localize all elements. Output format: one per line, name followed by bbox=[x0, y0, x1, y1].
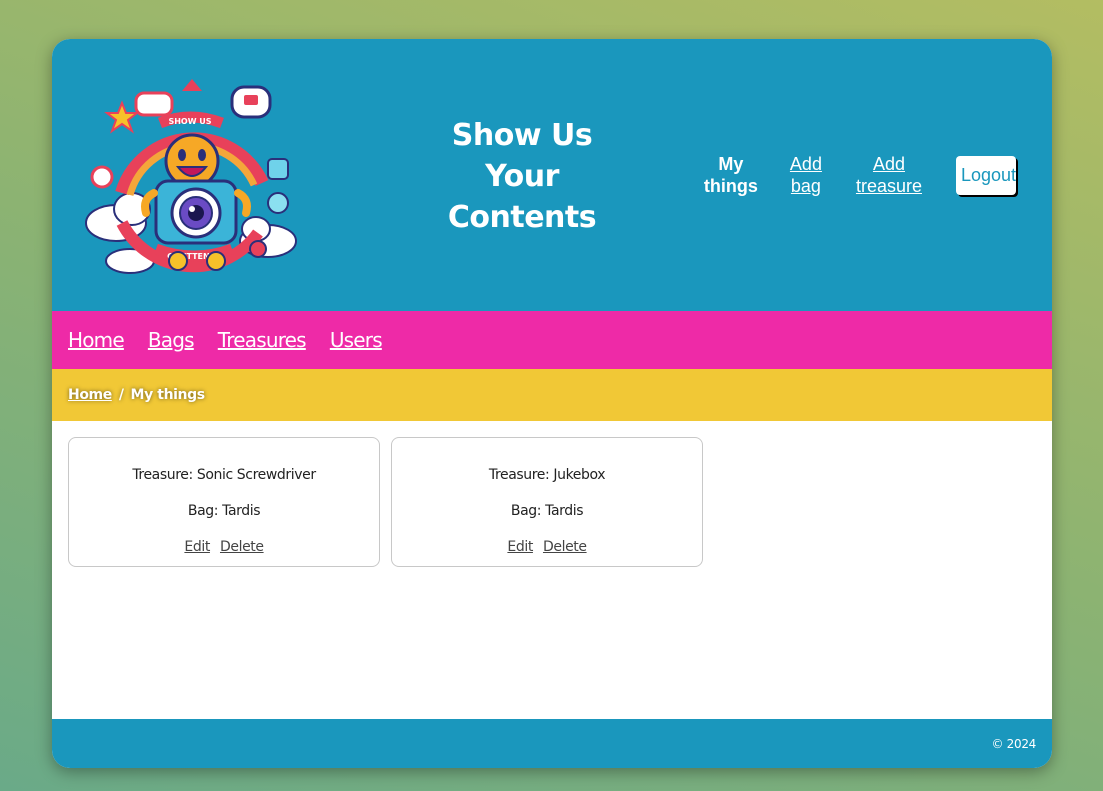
nav-bags-link[interactable]: Bags bbox=[148, 328, 195, 352]
card-actions: Edit Delete bbox=[69, 537, 379, 557]
breadcrumb-current: My things bbox=[130, 387, 206, 403]
delete-link[interactable]: Delete bbox=[543, 539, 587, 555]
site-logo[interactable]: SHOW US CONTTENTS bbox=[82, 73, 298, 287]
add-bag-link[interactable]: Add bag bbox=[790, 153, 822, 197]
add-treasure-link[interactable]: Add treasure bbox=[856, 153, 922, 197]
treasure-card: Treasure: Jukebox Bag: Tardis Edit Delet… bbox=[391, 437, 703, 567]
breadcrumb-home-link[interactable]: Home bbox=[68, 387, 112, 403]
delete-link[interactable]: Delete bbox=[220, 539, 264, 555]
site-title-line3: Contents bbox=[447, 200, 597, 235]
main-content: Treasure: Sonic Screwdriver Bag: Tardis … bbox=[52, 421, 1052, 719]
bag-name: Bag: Tardis bbox=[187, 503, 261, 519]
add-bag-line1: Add bbox=[789, 154, 822, 174]
site-title-line2: Your bbox=[485, 159, 559, 194]
top-nav: My things Add bag Add treasure Logout bbox=[704, 153, 1016, 197]
card-actions: Edit Delete bbox=[392, 537, 702, 557]
nav-treasures-link[interactable]: Treasures bbox=[218, 328, 307, 352]
treasure-name: Treasure: Sonic Screwdriver bbox=[132, 467, 316, 483]
edit-link[interactable]: Edit bbox=[507, 539, 533, 555]
main-nav: Home Bags Treasures Users bbox=[52, 311, 1052, 369]
logout-button[interactable]: Logout bbox=[956, 155, 1016, 195]
site-footer: © 2024 bbox=[52, 719, 1052, 768]
my-things-line1: My bbox=[718, 154, 744, 174]
site-header: SHOW US CONTTENTS Show Us Your Contents … bbox=[52, 39, 1052, 311]
nav-home-link[interactable]: Home bbox=[68, 328, 125, 352]
my-things-line2: things bbox=[703, 176, 758, 196]
site-title: Show Us Your Contents bbox=[442, 115, 602, 238]
copyright-text: © 2024 bbox=[991, 736, 1036, 751]
add-treasure-line1: Add bbox=[872, 154, 905, 174]
site-title-line1: Show Us bbox=[451, 118, 593, 153]
nav-users-link[interactable]: Users bbox=[330, 328, 383, 352]
app-window: SHOW US CONTTENTS Show Us Your Contents … bbox=[52, 39, 1052, 768]
add-treasure-line2: treasure bbox=[855, 176, 922, 196]
add-bag-line2: bag bbox=[790, 176, 821, 196]
breadcrumb-separator: / bbox=[118, 387, 124, 403]
logo-text-top: SHOW US bbox=[168, 117, 211, 126]
edit-link[interactable]: Edit bbox=[184, 539, 210, 555]
treasure-card: Treasure: Sonic Screwdriver Bag: Tardis … bbox=[68, 437, 380, 567]
treasure-name: Treasure: Jukebox bbox=[488, 467, 606, 483]
bag-name: Bag: Tardis bbox=[510, 503, 584, 519]
breadcrumb: Home / My things bbox=[52, 369, 1052, 421]
my-things-current: My things bbox=[704, 153, 758, 197]
